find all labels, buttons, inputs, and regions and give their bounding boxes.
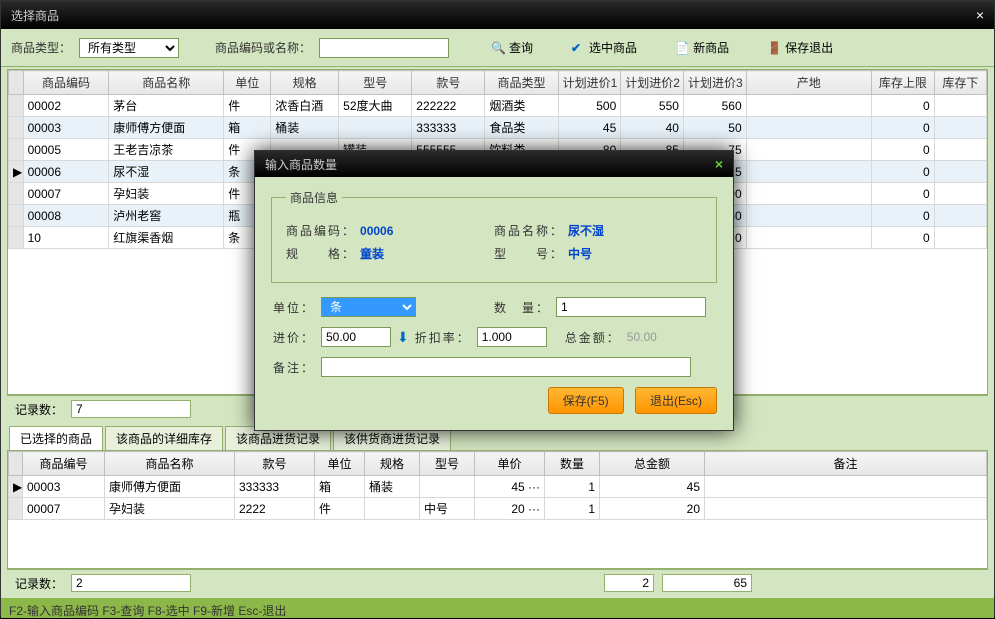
unit-select[interactable]: 条 <box>321 297 416 317</box>
table-row[interactable]: 00002茅台件浓香白酒52度大曲222222烟酒类5005505600 <box>9 95 987 117</box>
col-header[interactable]: 款号 <box>235 452 315 476</box>
col-header[interactable]: 型号 <box>339 71 412 95</box>
sub-record-count <box>71 574 191 592</box>
record-count <box>71 400 191 418</box>
col-header[interactable]: 备注 <box>705 452 987 476</box>
qty-input[interactable] <box>556 297 706 317</box>
window-titlebar: 选择商品 × <box>1 1 994 29</box>
sub-grid[interactable]: 商品编号商品名称款号单位规格型号单价数量总金额备注 ▶00003康师傅方便面33… <box>7 450 988 569</box>
type-select[interactable]: 所有类型 <box>79 38 179 58</box>
col-header[interactable]: 计划进价2 <box>621 71 684 95</box>
col-header[interactable]: 单位 <box>315 452 365 476</box>
exit-button[interactable]: 退出(Esc) <box>635 387 717 414</box>
col-header[interactable]: 计划进价1 <box>558 71 621 95</box>
type-label: 商品类型： <box>11 39 71 56</box>
close-icon[interactable]: × <box>976 7 984 23</box>
new-icon: 📄 <box>675 41 689 55</box>
save-exit-button[interactable]: 🚪保存退出 <box>761 37 839 58</box>
search-label: 商品编码或名称： <box>215 39 311 56</box>
sum-qty <box>604 574 654 592</box>
code-label: 商品编码： <box>286 222 356 239</box>
col-header[interactable]: 单价 <box>475 452 545 476</box>
price-input[interactable] <box>321 327 391 347</box>
rate-label: 折扣率： <box>415 329 471 346</box>
check-icon: ✔ <box>571 41 585 55</box>
modal-title: 输入商品数量 <box>265 156 337 173</box>
modal-close-icon[interactable]: × <box>715 156 723 172</box>
modal-titlebar: 输入商品数量 × <box>255 151 733 177</box>
search-icon: 🔍 <box>491 41 505 55</box>
col-header[interactable]: 商品名称 <box>105 452 235 476</box>
col-header[interactable]: 单位 <box>224 71 271 95</box>
total-value: 50.00 <box>627 330 657 344</box>
table-row[interactable]: ▶00003康师傅方便面333333箱桶装45 ···145 <box>9 476 987 498</box>
name-label: 商品名称： <box>494 222 564 239</box>
col-header[interactable]: 规格 <box>365 452 420 476</box>
price-label: 进价： <box>271 329 315 346</box>
qty-modal: 输入商品数量 × 商品信息 商品编码： 00006 商品名称：尿不湿 规 格：童装… <box>254 150 734 431</box>
arrow-down-icon[interactable]: ⬇ <box>397 329 409 346</box>
code-value: 00006 <box>360 224 393 238</box>
table-row[interactable]: 00003康师傅方便面箱桶装333333食品类4540500 <box>9 117 987 139</box>
sum-total <box>662 574 752 592</box>
new-button[interactable]: 📄新商品 <box>669 37 735 58</box>
spec-label: 规 格： <box>286 245 356 262</box>
col-header[interactable]: 数量 <box>545 452 600 476</box>
sub-grid-footer: 记录数： <box>7 569 988 596</box>
window-title: 选择商品 <box>11 7 59 24</box>
col-header[interactable]: 款号 <box>412 71 485 95</box>
exit-icon: 🚪 <box>767 41 781 55</box>
select-button[interactable]: ✔选中商品 <box>565 37 643 58</box>
col-header[interactable]: 库存上限 <box>872 71 935 95</box>
col-header[interactable]: 计划进价3 <box>683 71 746 95</box>
toolbar: 商品类型： 所有类型 商品编码或名称： 🔍查询 ✔选中商品 📄新商品 🚪保存退出 <box>1 29 994 67</box>
name-value: 尿不湿 <box>568 222 604 239</box>
spec-value: 童装 <box>360 245 384 262</box>
col-header[interactable]: 型号 <box>420 452 475 476</box>
col-header[interactable]: 商品编号 <box>23 452 105 476</box>
sub-record-count-label: 记录数： <box>15 575 63 592</box>
model-label: 型 号： <box>494 245 564 262</box>
remark-input[interactable] <box>321 357 691 377</box>
product-info-group: 商品信息 商品编码： 00006 商品名称：尿不湿 规 格：童装 型 号：中号 <box>271 189 717 283</box>
record-count-label: 记录数： <box>15 401 63 418</box>
total-label: 总金额： <box>565 329 621 346</box>
search-input[interactable] <box>319 38 449 58</box>
tab-stock[interactable]: 该商品的详细库存 <box>105 426 223 450</box>
col-header[interactable]: 总金额 <box>600 452 705 476</box>
table-row[interactable]: 00007孕妇装2222件中号20 ···120 <box>9 498 987 520</box>
unit-label: 单位： <box>271 299 315 316</box>
col-header[interactable]: 商品编码 <box>23 71 109 95</box>
model-value: 中号 <box>568 245 592 262</box>
rate-input[interactable] <box>477 327 547 347</box>
query-button[interactable]: 🔍查询 <box>485 37 539 58</box>
statusbar: F2-输入商品编码 F3-查询 F8-选中 F9-新增 Esc-退出 <box>1 598 994 618</box>
col-header[interactable]: 库存下 <box>934 71 986 95</box>
col-header[interactable]: 产地 <box>746 71 871 95</box>
product-info-legend: 商品信息 <box>286 189 342 206</box>
col-header[interactable]: 商品名称 <box>109 71 224 95</box>
col-header[interactable]: 商品类型 <box>485 71 558 95</box>
col-header[interactable]: 规格 <box>271 71 339 95</box>
qty-label: 数 量： <box>494 299 550 316</box>
remark-label: 备注： <box>271 359 315 376</box>
tab-selected[interactable]: 已选择的商品 <box>9 426 103 450</box>
save-button[interactable]: 保存(F5) <box>548 387 624 414</box>
